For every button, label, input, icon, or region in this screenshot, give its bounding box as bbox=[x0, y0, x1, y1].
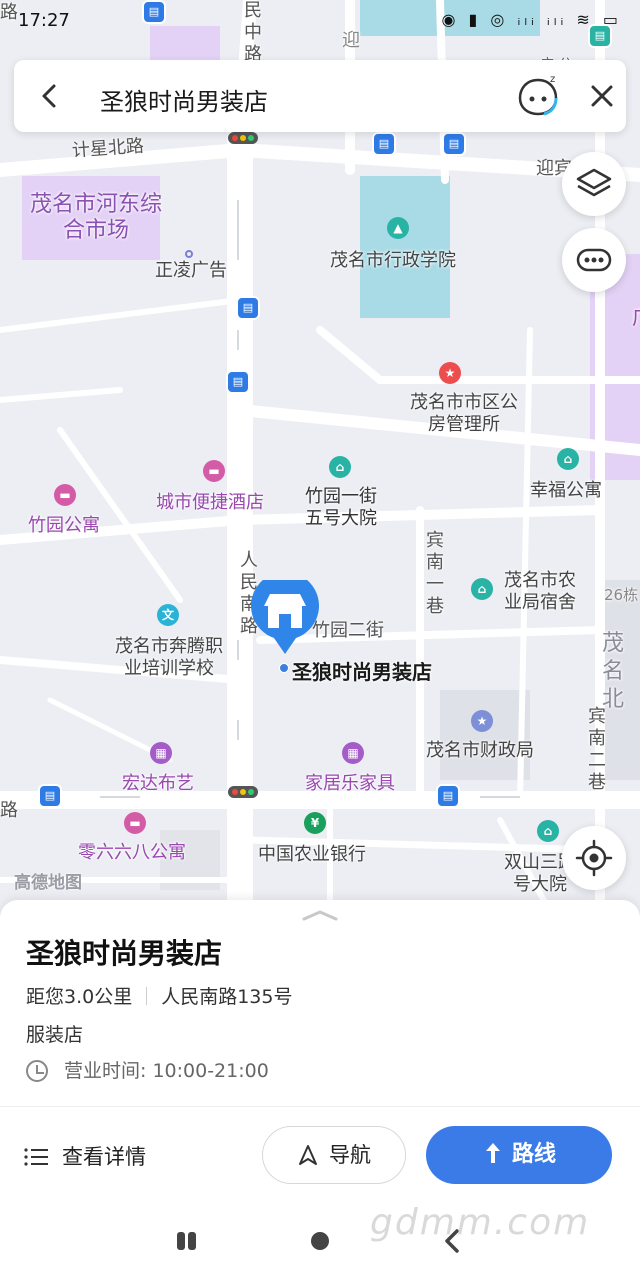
residence-icon[interactable]: ⌂ bbox=[471, 578, 493, 600]
address-text: 人民南路135号 bbox=[161, 986, 293, 1008]
bus-stop-icon[interactable]: ▤ bbox=[442, 132, 466, 156]
shop-icon[interactable]: ▦ bbox=[150, 742, 172, 764]
locate-button[interactable] bbox=[562, 826, 626, 890]
place-label[interactable]: 中国农业银行 bbox=[258, 844, 366, 866]
location-dot-icon bbox=[279, 663, 289, 673]
traffic-light-icon bbox=[228, 132, 258, 144]
svg-text:z: z bbox=[550, 74, 555, 85]
crosshair-icon bbox=[575, 839, 613, 877]
close-button[interactable] bbox=[584, 78, 620, 114]
road-label: 竹园二街 bbox=[312, 620, 384, 641]
residence-icon[interactable]: ⌂ bbox=[537, 820, 559, 842]
more-button[interactable] bbox=[562, 228, 626, 292]
map-logo: 高德地图 bbox=[14, 873, 82, 893]
residence-icon[interactable]: ⌂ bbox=[557, 448, 579, 470]
place-label[interactable]: 茂名市河东综合市场 bbox=[26, 192, 166, 244]
hours-text: 营业时间: 10:00-21:00 bbox=[64, 1060, 269, 1082]
place-label: 茂名北 bbox=[602, 631, 625, 712]
route-arrow-icon bbox=[485, 1143, 500, 1163]
system-nav-bar: gdmm.com bbox=[0, 1202, 640, 1280]
bank-icon[interactable]: ¥ bbox=[304, 812, 326, 834]
route-button[interactable]: 路线 bbox=[426, 1126, 612, 1184]
hotel-icon[interactable]: ▬ bbox=[203, 460, 225, 482]
shop-icon[interactable]: ▦ bbox=[342, 742, 364, 764]
residence-icon[interactable]: ⌂ bbox=[329, 456, 351, 478]
action-bar: 查看详情 导航 路线 bbox=[0, 1106, 640, 1202]
place-label[interactable]: 茂名市行政学院 bbox=[330, 250, 456, 272]
place-label[interactable]: 宏达布艺 bbox=[122, 773, 194, 795]
recents-icon[interactable] bbox=[172, 1226, 202, 1256]
place-meta: 距您3.0公里 人民南路135号 bbox=[26, 982, 292, 1009]
home-icon[interactable] bbox=[305, 1226, 335, 1256]
back-arrow-icon bbox=[42, 84, 56, 108]
place-label[interactable]: 正凌广告 bbox=[155, 260, 227, 282]
road-label: 迎 bbox=[342, 30, 360, 51]
place-label[interactable]: 零六六八公寓 bbox=[78, 842, 186, 864]
bus-stop-icon[interactable]: ▤ bbox=[372, 132, 396, 156]
place-label[interactable]: 竹园一街五号大院 bbox=[300, 486, 382, 530]
place-label[interactable]: 幸福公寓 bbox=[530, 480, 602, 502]
bus-stop-icon[interactable]: ▤ bbox=[142, 0, 166, 24]
place-detail-sheet[interactable]: 圣狼时尚男装店 距您3.0公里 人民南路135号 服装店 营业时间: 10:00-… bbox=[0, 900, 640, 1106]
education-icon[interactable]: 文 bbox=[157, 604, 179, 626]
search-query[interactable]: 圣狼时尚男装店 bbox=[100, 82, 268, 117]
route-label: 路线 bbox=[511, 1142, 556, 1167]
view-details-label: 查看详情 bbox=[62, 1145, 146, 1169]
place-title: 圣狼时尚男装店 bbox=[26, 937, 223, 970]
status-bar: 17:27 ◉ ▮ ◎ ᵢₗᵢ ᵢₗᵢ ≋ ▭ bbox=[0, 0, 640, 44]
site-watermark: gdmm.com bbox=[370, 1202, 591, 1243]
more-icon bbox=[576, 248, 612, 272]
government-icon[interactable]: ★ bbox=[471, 710, 493, 732]
traffic-light-icon bbox=[228, 786, 258, 798]
place-label[interactable]: 茂名市农业局宿舍 bbox=[500, 570, 580, 614]
place-label[interactable]: 茂名市奔腾职业培训学校 bbox=[108, 636, 230, 680]
back-button[interactable] bbox=[32, 78, 68, 114]
status-time: 17:27 bbox=[18, 10, 70, 31]
road-label: 宾南二巷 bbox=[588, 706, 606, 793]
road-label: 民中路 bbox=[244, 0, 262, 65]
view-details-button[interactable]: 查看详情 bbox=[24, 1141, 146, 1171]
place-label[interactable]: 家居乐家具 bbox=[305, 773, 395, 795]
clock-icon bbox=[26, 1060, 48, 1082]
place-label: 26栋 bbox=[604, 586, 639, 604]
selected-shop-marker[interactable] bbox=[250, 580, 320, 656]
distance-text: 距您3.0公里 bbox=[26, 986, 133, 1008]
chevron-up-icon[interactable] bbox=[300, 908, 340, 922]
bus-stop-icon[interactable]: ▤ bbox=[236, 296, 260, 320]
road-label: 宾南一巷 bbox=[426, 530, 444, 617]
layers-button[interactable] bbox=[562, 152, 626, 216]
hotel-icon[interactable]: ▬ bbox=[54, 484, 76, 506]
place-label[interactable]: 茂名市市区公房管理所 bbox=[404, 392, 524, 436]
layers-icon bbox=[576, 168, 612, 197]
road-label: 路 bbox=[0, 2, 18, 23]
navigate-button[interactable]: 导航 bbox=[262, 1126, 406, 1184]
place-label: 广 bbox=[632, 306, 640, 328]
close-icon bbox=[591, 85, 613, 107]
list-icon bbox=[24, 1148, 48, 1166]
navigate-label: 导航 bbox=[329, 1143, 371, 1167]
dot-icon bbox=[185, 250, 193, 258]
star-icon[interactable]: ★ bbox=[439, 362, 461, 384]
navigation-arrow-icon bbox=[299, 1145, 317, 1165]
opening-hours: 营业时间: 10:00-21:00 bbox=[26, 1056, 269, 1083]
divider bbox=[146, 987, 148, 1005]
hotel-icon[interactable]: ▬ bbox=[124, 812, 146, 834]
bus-stop-icon[interactable]: ▤ bbox=[38, 784, 62, 808]
search-bar: 圣狼时尚男装店 z bbox=[14, 60, 626, 132]
map-view[interactable]: 17:27 ◉ ▮ ◎ ᵢₗᵢ ᵢₗᵢ ≋ ▭ 计星北路 民中路 迎 迎宾 人民… bbox=[0, 0, 640, 930]
voice-assistant-icon[interactable]: z bbox=[514, 72, 562, 120]
bus-stop-icon[interactable]: ▤ bbox=[588, 24, 612, 48]
place-label[interactable]: 竹园公寓 bbox=[28, 515, 100, 537]
bus-stop-icon[interactable]: ▤ bbox=[226, 370, 250, 394]
school-icon[interactable]: ▲ bbox=[387, 217, 409, 239]
bus-stop-icon[interactable]: ▤ bbox=[436, 784, 460, 808]
place-label[interactable]: 城市便捷酒店 bbox=[156, 492, 264, 514]
road-label: 路 bbox=[0, 800, 18, 821]
category-text: 服装店 bbox=[26, 1024, 84, 1046]
selected-place-label[interactable]: 圣狼时尚男装店 bbox=[292, 656, 432, 685]
place-label[interactable]: 茂名市财政局 bbox=[426, 740, 534, 762]
